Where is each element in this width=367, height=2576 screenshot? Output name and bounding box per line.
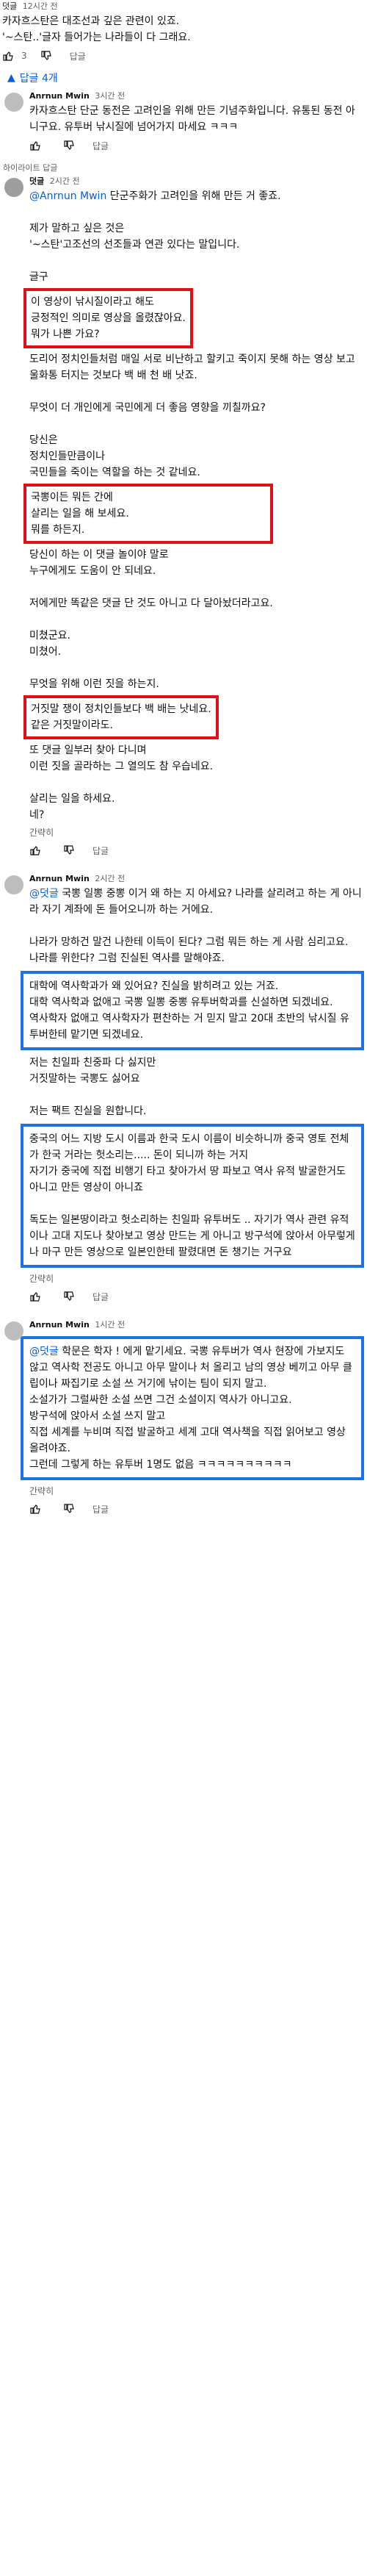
reply-button[interactable]: 답글 <box>92 1291 109 1303</box>
avatar[interactable] <box>4 1321 23 1341</box>
reply-text-middle: 저는 친일파 친중파 다 싫지만 거짓말하는 국뽕도 싫어요 저는 팩트 진실을… <box>29 1057 156 1117</box>
reply-meta: Anrnun Mwin 1시간 전 <box>29 1319 364 1332</box>
highlight-box-blue: 중국의 어느 지방 도시 이름과 한국 도시 이름이 비슷하니까 중국 영토 전… <box>21 1124 364 1268</box>
reply-actions: 답글 <box>29 135 364 156</box>
reply-button[interactable]: 답글 <box>92 1503 109 1515</box>
highlight-box-red: 거짓말 쟁이 정치인들보다 백 배는 낫네요. 같은 거짓말이라도. <box>23 695 219 739</box>
highlight-box-blue: @덧글 학문은 학자 ! 에게 맡기세요. 국뽕 유투버가 역사 현장에 가보지… <box>21 1336 364 1480</box>
mention-link[interactable]: @Anrnun Mwin <box>29 190 106 202</box>
comment-time[interactable]: 12시간 전 <box>23 1 58 11</box>
like-icon[interactable] <box>29 140 41 151</box>
like-count: 3 <box>21 51 27 61</box>
reply-actions: 답글 <box>29 1286 364 1307</box>
mention-link[interactable]: @덧글 <box>29 1346 59 1357</box>
highlight-box-red: 이 영상이 낚시질이라고 해도 긍정적인 의미로 영상을 올렸잖아요. 뭐가 나… <box>23 288 193 348</box>
reply-actions: 답글 <box>29 840 364 861</box>
avatar[interactable] <box>4 178 23 197</box>
highlight-label: 하이라이트 답글 <box>3 163 58 173</box>
reply-text-middle: 도리어 정치인들처럼 매일 서로 비난하고 할키고 죽이지 못해 하는 영상 보… <box>29 354 355 478</box>
highlight-box-red: 국뽕이든 뭐든 간에 살리는 일을 해 보세요. 뭐를 하든지. <box>23 484 273 544</box>
reply-item: Anrnun Mwin 1시간 전 @덧글 학문은 학자 ! 에게 맡기세요. … <box>0 1319 367 1519</box>
top-comment: 덧글 12시간 전 카자흐스탄은 대조선과 깊은 관련이 있죠. '~스탄..'… <box>0 0 367 90</box>
dislike-icon[interactable] <box>63 844 75 856</box>
chevron-up-icon: ▲ <box>7 72 15 84</box>
reply-author[interactable]: Anrnun Mwin <box>29 874 90 883</box>
show-less-button[interactable]: 간략히 <box>29 1272 364 1285</box>
like-icon[interactable] <box>2 50 14 62</box>
reply-button[interactable]: 답글 <box>92 140 109 152</box>
avatar[interactable] <box>4 93 23 112</box>
comment-actions: 3 답글 <box>0 46 367 66</box>
replies-toggle-label: 답글 4개 <box>19 73 58 85</box>
comment-author[interactable]: 덧글 <box>2 1 17 11</box>
reply-meta: Anrnun Mwin 3시간 전 <box>29 90 364 103</box>
reply-item: Anrnun Mwin 2시간 전 @덧글 국뽕 일뽕 중뽕 이거 왜 하는 지… <box>0 872 367 1307</box>
reply-text: @덧글 국뽕 일뽕 중뽕 이거 왜 하는 지 아세요? 나라를 살리려고 하는 … <box>29 886 364 966</box>
highlight-box-blue: 대학에 역사학과가 왜 있어요? 진실을 밝히려고 있는 거죠. 대학 역사학과… <box>21 971 364 1050</box>
reply-text-outro: 또 댓글 일부러 찾아 다니며 이런 짓을 골라하는 그 열의도 참 우습네요.… <box>29 745 214 821</box>
avatar[interactable] <box>4 875 23 894</box>
reply-text-middle: 당신이 하는 이 댓글 놀이야 말로 누구에게도 도움이 안 되네요. 저에게만… <box>29 549 273 690</box>
comment-text: 카자흐스탄은 대조선과 깊은 관련이 있죠. '~스탄..'글자 들어가는 나라… <box>2 15 191 43</box>
like-icon[interactable] <box>29 844 41 856</box>
reply-time[interactable]: 1시간 전 <box>95 1320 125 1330</box>
reply-actions: 답글 <box>29 1499 364 1519</box>
comment-thread-page: 덧글 12시간 전 카자흐스탄은 대조선과 깊은 관련이 있죠. '~스탄..'… <box>0 0 367 2576</box>
reply-time[interactable]: 2시간 전 <box>95 874 125 883</box>
mention-link[interactable]: @덧글 <box>29 888 59 900</box>
reply-author[interactable]: Anrnun Mwin <box>29 91 90 101</box>
comment-meta: 덧글 12시간 전 <box>0 0 367 13</box>
reply-author[interactable]: 덧글 <box>29 176 44 186</box>
reply-meta: 덧글 2시간 전 <box>29 175 364 188</box>
reply-author[interactable]: Anrnun Mwin <box>29 1320 90 1330</box>
dislike-icon[interactable] <box>40 50 52 62</box>
dislike-icon[interactable] <box>63 1291 75 1302</box>
reply-item: 덧글 2시간 전 @Anrnun Mwin 단군주화가 고려인을 위해 만든 거… <box>0 175 367 861</box>
reply-text-intro: 국뽕 일뽕 중뽕 이거 왜 하는 지 아세요? 나라를 살리려고 하는 게 아니… <box>29 888 362 964</box>
reply-text-intro: 단군주화가 고려인을 위해 만든 거 좋죠. 제가 말하고 싶은 것은 '~스탄… <box>29 190 281 283</box>
reply-meta: Anrnun Mwin 2시간 전 <box>29 872 364 886</box>
show-less-button[interactable]: 간략히 <box>29 1485 364 1497</box>
reply-time[interactable]: 3시간 전 <box>95 91 125 101</box>
dislike-icon[interactable] <box>63 140 75 151</box>
reply-text: @Anrnun Mwin 단군주화가 고려인을 위해 만든 거 좋죠. 제가 말… <box>29 188 364 285</box>
reply-button[interactable]: 답글 <box>70 50 86 62</box>
highlighted-reply: 하이라이트 답글 덧글 2시간 전 @Anrnun Mwin 단군주화가 고려인… <box>0 162 367 861</box>
like-icon[interactable] <box>29 1291 41 1302</box>
reply-text-body: 학문은 학자 ! 에게 맡기세요. 국뽕 유투버가 역사 현장에 가보지도 않고… <box>29 1346 352 1471</box>
reply-button[interactable]: 답글 <box>92 844 109 857</box>
reply-text: 카자흐스탄 단군 동전은 고려인을 위해 만든 기념주화입니다. 유통된 동전 … <box>29 105 355 133</box>
reply-item: Anrnun Mwin 3시간 전 카자흐스탄 단군 동전은 고려인을 위해 만… <box>0 90 367 156</box>
reply-time[interactable]: 2시간 전 <box>50 176 80 186</box>
like-icon[interactable] <box>29 1503 41 1515</box>
dislike-icon[interactable] <box>63 1503 75 1515</box>
show-less-button[interactable]: 간략히 <box>29 826 364 839</box>
replies-toggle-button[interactable]: ▲ 답글 4개 <box>0 66 367 90</box>
